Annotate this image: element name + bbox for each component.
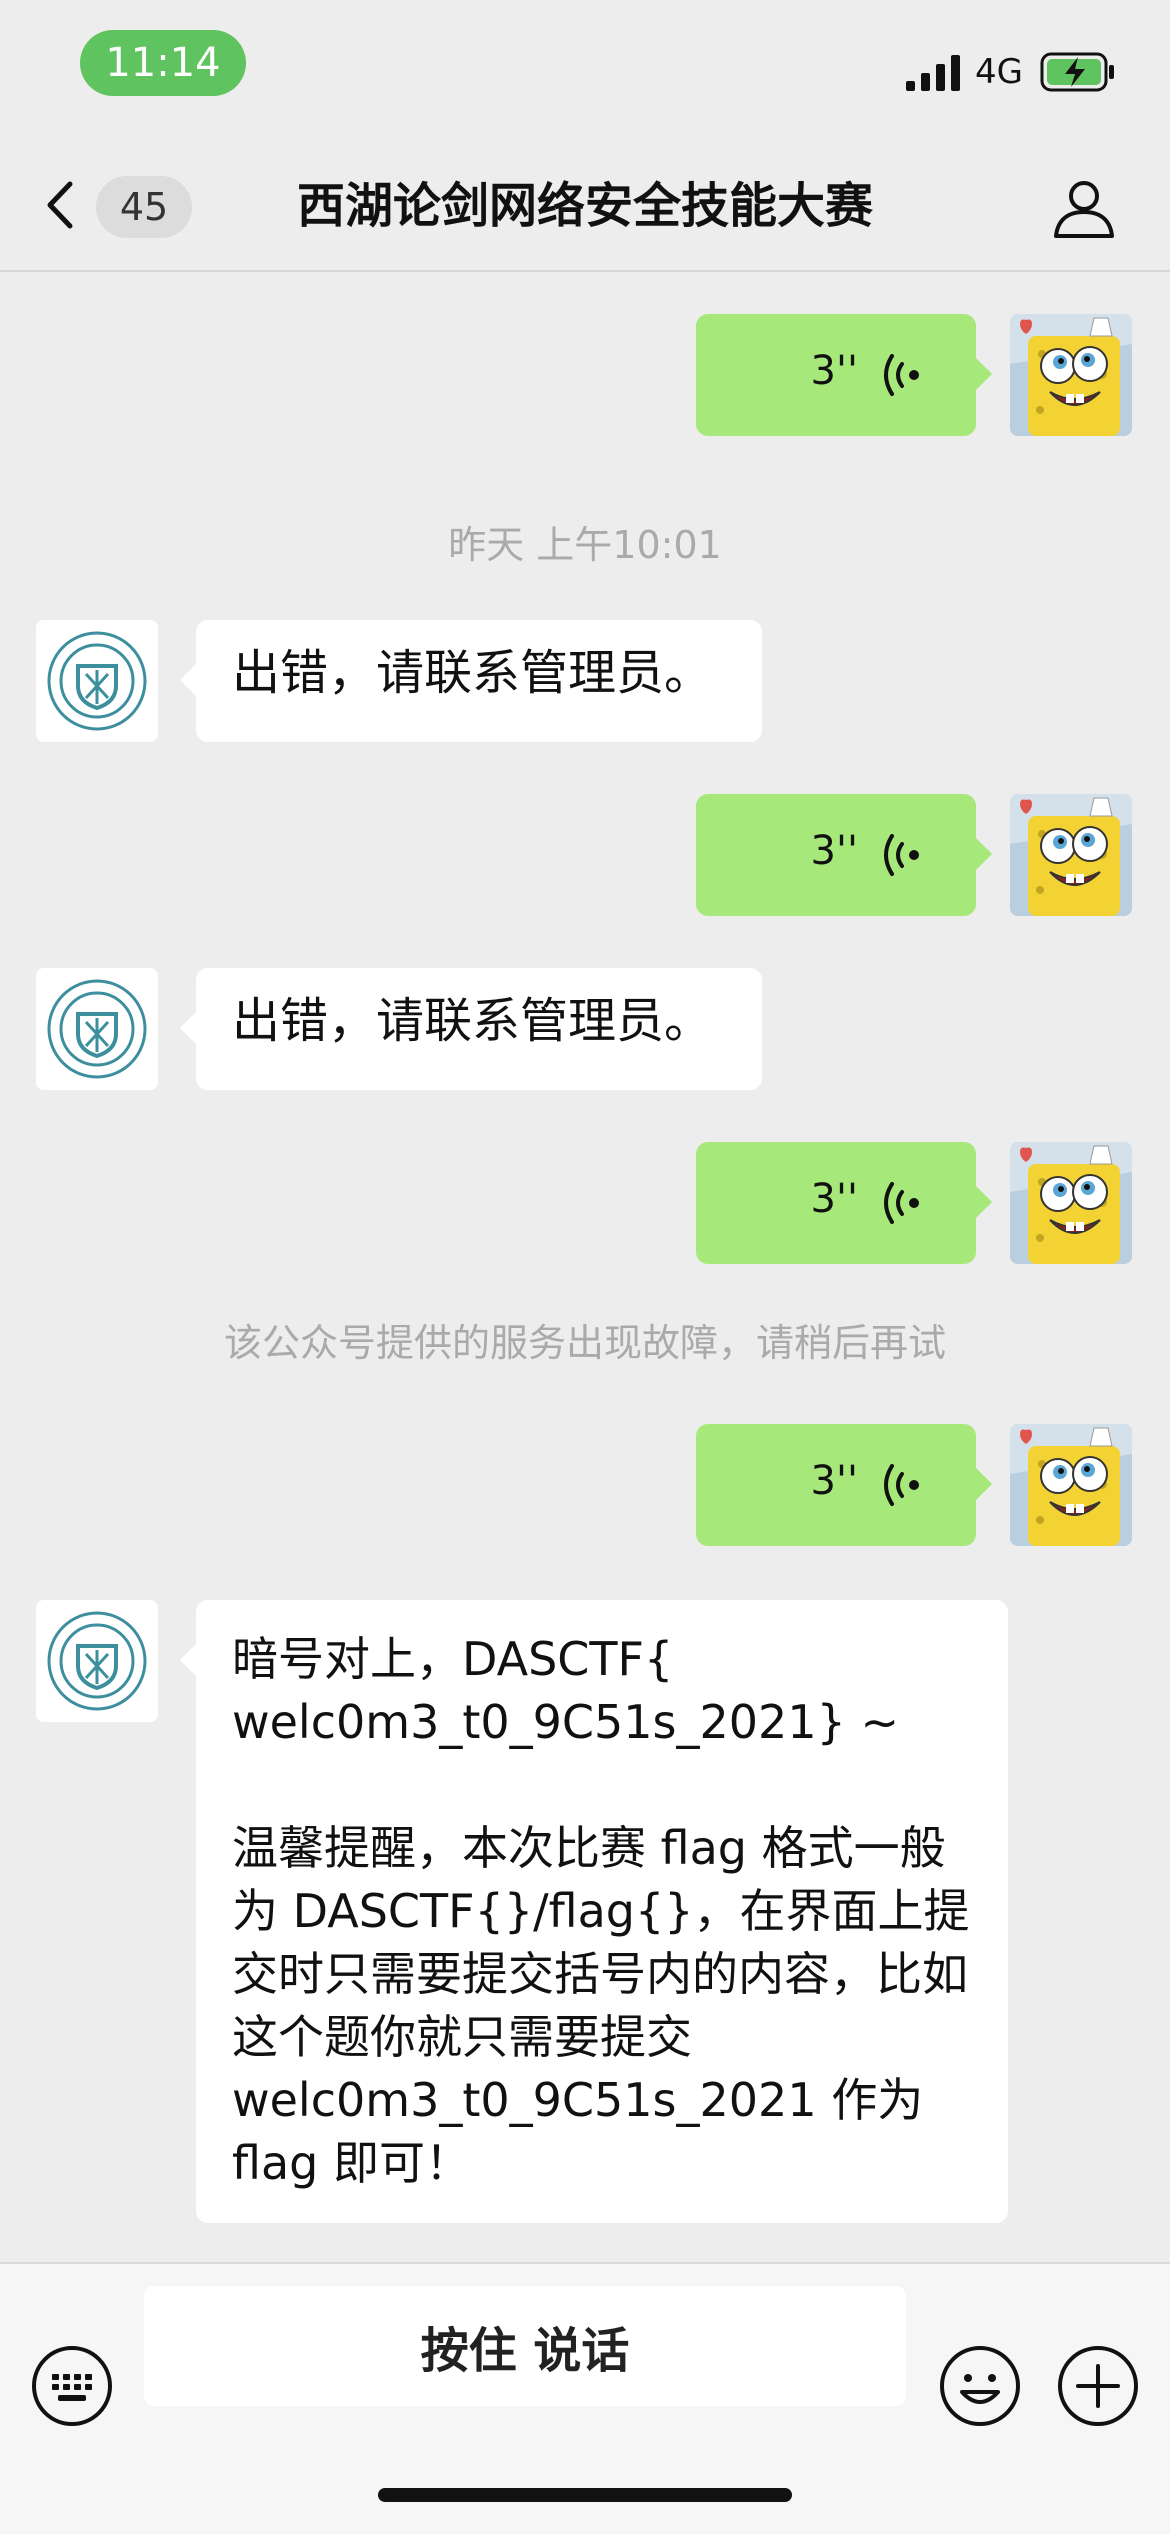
voice-duration: 3'' [810,348,858,394]
hold-to-talk-button[interactable]: 按住 说话 [144,2286,906,2406]
battery-charging-icon [1040,52,1114,92]
flag-format-reminder: 温馨提醒，本次比赛 flag 格式一般为 DASCTF{}/flag{}，在界面… [232,1821,970,2190]
chat-header: 45 西湖论剑网络安全技能大赛 [0,140,1170,272]
status-time: 11:14 [80,30,246,96]
user-avatar[interactable] [1010,1142,1132,1264]
user-avatar[interactable] [1010,1424,1132,1546]
timestamp-divider: 昨天 上午10:01 [448,523,722,567]
voice-duration: 3'' [810,1458,858,1504]
voice-message-bubble[interactable]: 3'' [696,314,992,436]
plus-icon[interactable] [1056,2344,1140,2428]
status-bar: 11:14 4G [0,0,1170,140]
signal-strength-icon [906,55,960,91]
user-avatar[interactable] [1010,794,1132,916]
official-account-avatar[interactable] [36,968,158,1090]
paragraph-spacer [232,1754,972,1817]
voice-message-bubble[interactable]: 3'' [696,1424,992,1546]
profile-icon[interactable] [1052,176,1116,240]
emoji-icon[interactable] [938,2344,1022,2428]
voice-duration: 3'' [810,828,858,874]
voice-message-bubble[interactable]: 3'' [696,1142,992,1264]
voice-wave-icon [884,1182,919,1224]
text-message-bubble[interactable]: 出错，请联系管理员。 [180,620,762,742]
voice-wave-icon [884,834,919,876]
unread-count-badge[interactable]: 45 [96,176,192,238]
home-indicator[interactable] [378,2488,792,2502]
voice-wave-icon [884,1464,919,1506]
network-type-label: 4G [975,52,1023,92]
voice-duration: 3'' [810,1176,858,1222]
chat-title: 西湖论剑网络安全技能大赛 [296,178,873,234]
voice-wave-icon [884,354,919,396]
service-error-notice: 该公众号提供的服务出现故障，请稍后再试 [223,1321,946,1365]
back-chevron-icon[interactable] [40,180,80,230]
user-avatar[interactable] [1010,314,1132,436]
flag-message-bubble[interactable]: 暗号对上，DASCTF{ welc0m3_t0_9C51s_2021} ~ 温馨… [180,1600,1008,2223]
text-message-bubble[interactable]: 出错，请联系管理员。 [180,968,762,1090]
flag-answer-text: 暗号对上，DASCTF{ welc0m3_t0_9C51s_2021} ~ [232,1632,900,1749]
official-account-avatar[interactable] [36,620,158,742]
voice-message-bubble[interactable]: 3'' [696,794,992,916]
official-account-avatar[interactable] [36,1600,158,1722]
keyboard-icon[interactable] [30,2344,114,2428]
